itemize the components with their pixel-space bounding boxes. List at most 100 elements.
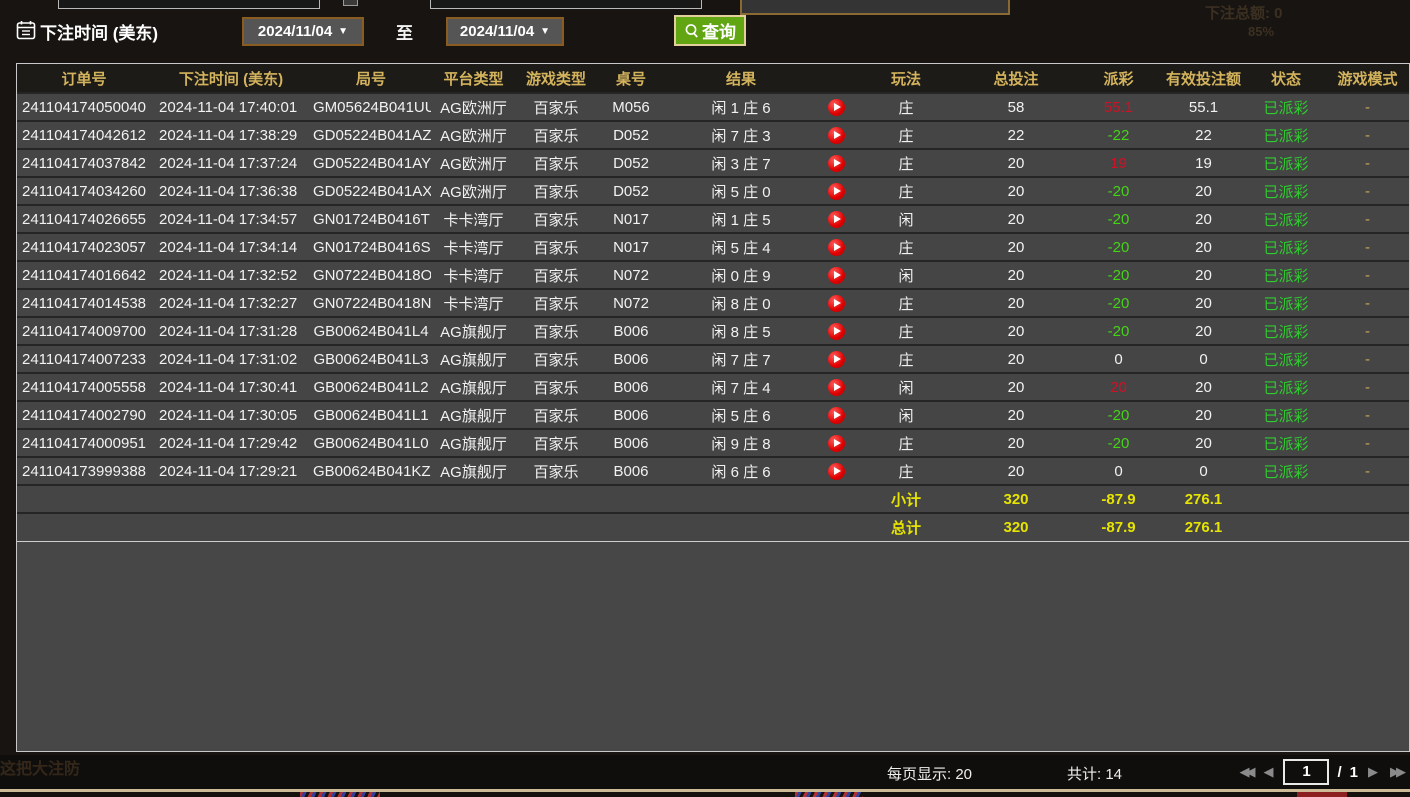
play-cell [816, 177, 856, 205]
game-type-cell: 百家乐 [516, 345, 596, 373]
subtotal-row: 小计320-87.9276.1 [17, 485, 1409, 513]
prev-page-icon[interactable]: ◀ [1261, 764, 1275, 780]
table-number-cell: B006 [596, 429, 666, 457]
bet-method-cell: 庄 [856, 317, 956, 345]
play-video-icon[interactable] [828, 127, 845, 144]
total-bet-cell: 20 [956, 233, 1076, 261]
play-cell [816, 261, 856, 289]
result-cell: 闲 9 庄 8 [666, 429, 816, 457]
table-number-cell: B006 [596, 373, 666, 401]
col-payout: 派彩 [1076, 64, 1161, 93]
play-cell [816, 429, 856, 457]
subtotal-row-cell [151, 485, 311, 513]
valid-bet-cell: 20 [1161, 261, 1246, 289]
grandtotal-row-cell [17, 513, 151, 541]
play-video-icon[interactable] [828, 239, 845, 256]
platform-type-cell: AG旗舰厅 [431, 457, 516, 485]
play-video-icon[interactable] [828, 295, 845, 312]
col-table-number: 桌号 [596, 64, 666, 93]
play-video-icon[interactable] [828, 99, 845, 116]
play-video-icon[interactable] [828, 267, 845, 284]
payout-cell: 20 [1076, 373, 1161, 401]
truncated-dropdown[interactable] [740, 0, 1010, 15]
game-mode-cell: - [1326, 457, 1409, 485]
play-cell [816, 205, 856, 233]
valid-bet-cell: 0 [1161, 345, 1246, 373]
subtotal-row-cell: -87.9 [1076, 485, 1161, 513]
play-video-icon[interactable] [828, 379, 845, 396]
grandtotal-row-cell: -87.9 [1076, 513, 1161, 541]
date-from-select[interactable]: 2024/11/04 ▼ [242, 17, 364, 46]
play-video-icon[interactable] [828, 463, 845, 480]
truncated-input-box[interactable] [430, 0, 702, 9]
bet-method-cell: 庄 [856, 233, 956, 261]
play-video-icon[interactable] [828, 211, 845, 228]
query-button[interactable]: 查询 [674, 15, 746, 46]
payout-cell: -20 [1076, 401, 1161, 429]
background-fragment [795, 792, 863, 797]
round-id-cell: GN01724B0416T [311, 205, 431, 233]
filter-bar: 下注时间 (美东) 2024/11/04 ▼ 至 2024/11/04 ▼ 查询 [0, 14, 1410, 50]
grandtotal-row-cell [516, 513, 596, 541]
platform-type-cell: AG旗舰厅 [431, 317, 516, 345]
chevron-down-icon: ▼ [338, 26, 348, 37]
order-id-cell: 241104174042612 [17, 121, 151, 149]
bet-time-cell: 2024-11-04 17:40:01 [151, 93, 311, 121]
grandtotal-row-cell [311, 513, 431, 541]
play-video-icon[interactable] [828, 435, 845, 452]
game-mode-cell: - [1326, 429, 1409, 457]
grandtotal-row-cell [1246, 513, 1326, 541]
payout-cell: -20 [1076, 289, 1161, 317]
bet-method-cell: 闲 [856, 401, 956, 429]
round-id-cell: GN07224B0418N [311, 289, 431, 317]
order-id-cell: 241104174005558 [17, 373, 151, 401]
round-id-cell: GN01724B0416S [311, 233, 431, 261]
order-id-cell: 241104174007233 [17, 345, 151, 373]
round-id-cell: GD05224B041AX [311, 177, 431, 205]
table-number-cell: N072 [596, 289, 666, 317]
subtotal-row-cell [431, 485, 516, 513]
valid-bet-cell: 20 [1161, 373, 1246, 401]
page-number-input[interactable]: 1 [1283, 759, 1329, 785]
bet-time-cell: 2024-11-04 17:30:41 [151, 373, 311, 401]
round-id-cell: GB00624B041L1 [311, 401, 431, 429]
query-button-label: 查询 [702, 18, 736, 43]
bottom-edge-strip [0, 792, 1410, 797]
total-bet-cell: 20 [956, 373, 1076, 401]
pagination-footer: 每页显示: 20 共计: 14 这把大注防 ◀◀ ◀ 1 / 1 ▶ ▶▶ [0, 755, 1410, 790]
order-id-cell: 241104174037842 [17, 149, 151, 177]
platform-type-cell: AG欧洲厅 [431, 177, 516, 205]
round-id-cell: GD05224B041AZ [311, 121, 431, 149]
calendar-icon [16, 20, 36, 40]
background-fragment [300, 792, 380, 797]
subtotal-row-cell [311, 485, 431, 513]
round-id-cell: GD05224B041AY [311, 149, 431, 177]
game-type-cell: 百家乐 [516, 317, 596, 345]
game-mode-cell: - [1326, 345, 1409, 373]
order-id-cell: 241104174002790 [17, 401, 151, 429]
subtotal-row-cell: 小计 [856, 485, 956, 513]
payout-cell: -20 [1076, 261, 1161, 289]
subtotal-row-cell [816, 485, 856, 513]
play-video-icon[interactable] [828, 323, 845, 340]
platform-type-cell: AG旗舰厅 [431, 401, 516, 429]
truncated-input-box[interactable] [58, 0, 320, 9]
play-video-icon[interactable] [828, 183, 845, 200]
table-row: 2411041739993882024-11-04 17:29:21GB0062… [17, 457, 1409, 485]
play-video-icon[interactable] [828, 407, 845, 424]
per-page-label: 每页显示: 20 [887, 763, 972, 784]
play-video-icon[interactable] [828, 155, 845, 172]
play-cell [816, 457, 856, 485]
grandtotal-row-cell [596, 513, 666, 541]
next-page-icon[interactable]: ▶ [1366, 764, 1380, 780]
date-to-select[interactable]: 2024/11/04 ▼ [446, 17, 564, 46]
grandtotal-row-cell [431, 513, 516, 541]
order-id-cell: 241104174009700 [17, 317, 151, 345]
last-page-icon[interactable]: ▶▶ [1388, 764, 1404, 780]
status-cell: 已派彩 [1246, 457, 1326, 485]
table-number-cell: D052 [596, 149, 666, 177]
bet-time-cell: 2024-11-04 17:31:28 [151, 317, 311, 345]
first-page-icon[interactable]: ◀◀ [1237, 764, 1253, 780]
total-bet-cell: 20 [956, 457, 1076, 485]
play-video-icon[interactable] [828, 351, 845, 368]
